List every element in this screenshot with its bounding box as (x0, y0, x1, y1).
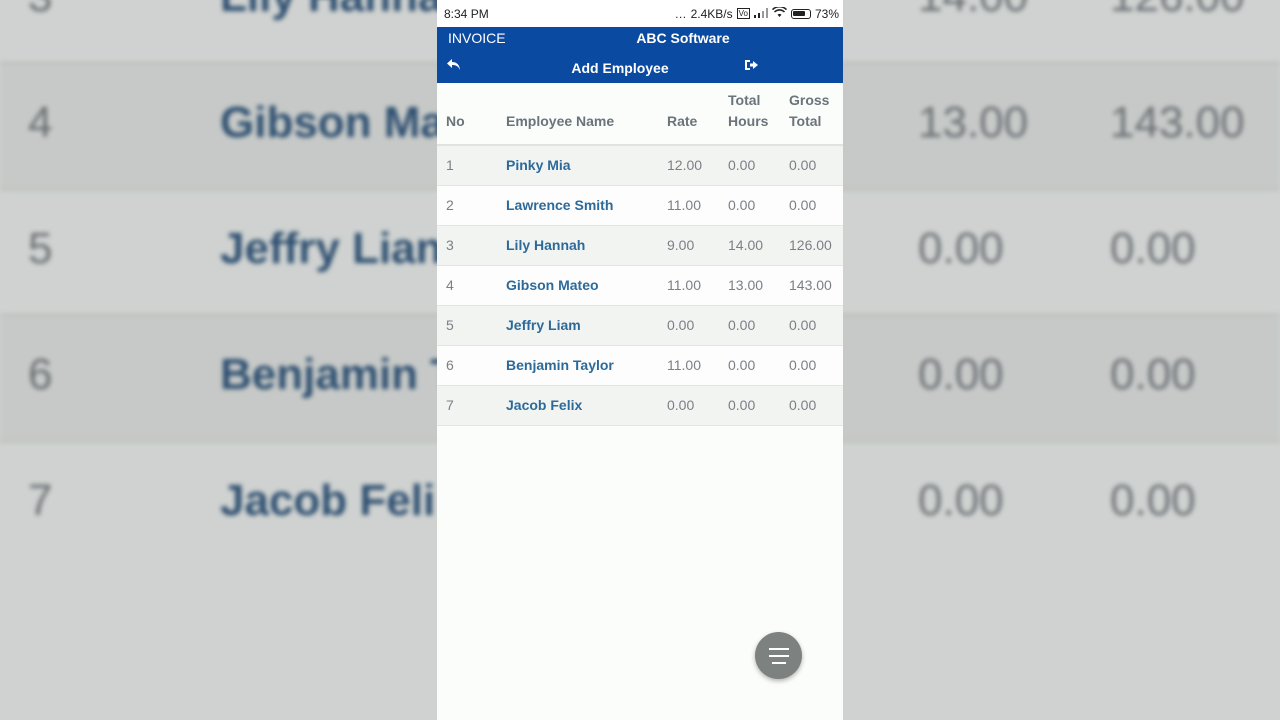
row-no: 6 (437, 345, 506, 386)
header-no[interactable]: No (437, 83, 506, 146)
backdrop-value: 0.00 (918, 476, 1004, 525)
row-total-hours: 0.00 (728, 385, 789, 426)
row-employee-name[interactable]: Lily Hannah (506, 225, 667, 266)
row-gross-total: 143.00 (789, 265, 843, 306)
row-rate: 0.00 (667, 305, 728, 346)
row-employee-name[interactable]: Jeffry Liam (506, 305, 667, 346)
status-bar: 8:34 PM … 2.4KB/s Vo 73% (437, 0, 843, 27)
table-row[interactable]: 6 Benjamin Taylor 11.00 0.00 0.00 (437, 345, 843, 386)
row-employee-name[interactable]: Lawrence Smith (506, 185, 667, 226)
row-no: 3 (437, 225, 506, 266)
header-rate[interactable]: Rate (667, 83, 728, 146)
battery-icon (790, 8, 811, 19)
backdrop-name: Lily Hanna (220, 0, 443, 22)
header-gross-total[interactable]: Gross Total (789, 83, 843, 146)
signal-icon (753, 7, 768, 21)
backdrop-value: 0.00 (918, 224, 1004, 273)
row-total-hours: 14.00 (728, 225, 789, 266)
row-employee-name[interactable]: Benjamin Taylor (506, 345, 667, 386)
row-no: 7 (437, 385, 506, 426)
network-speed: 2.4KB/s (690, 6, 733, 21)
row-no: 1 (437, 145, 506, 186)
backdrop-value: 13.00 (918, 98, 1029, 147)
menu-lines-icon (768, 654, 789, 657)
row-total-hours: 13.00 (728, 265, 789, 306)
backdrop-value: 0.00 (918, 350, 1004, 399)
row-rate: 11.00 (667, 265, 728, 306)
backdrop-name: Jacob Feli (220, 476, 436, 525)
row-employee-name[interactable]: Pinky Mia (506, 145, 667, 186)
header-total-hours[interactable]: Total Hours (728, 83, 789, 146)
row-gross-total: 0.00 (789, 385, 843, 426)
row-gross-total: 0.00 (789, 145, 843, 186)
row-total-hours: 0.00 (728, 145, 789, 186)
backdrop-value: 126.00 (1110, 0, 1245, 22)
menu-lines-icon (771, 661, 786, 664)
row-no: 4 (437, 265, 506, 306)
row-no: 2 (437, 185, 506, 226)
backdrop-name: Benjamin T (220, 350, 458, 399)
battery-level: 73% (814, 6, 839, 21)
wifi-icon (771, 5, 788, 21)
menu-lines-icon (768, 647, 789, 650)
app-bar: INVOICE ABC Software Add Employee (437, 27, 843, 83)
backdrop-name: Gibson Ma (220, 98, 445, 147)
backdrop-name: Jeffry Lian (220, 224, 443, 273)
menu-fab-button[interactable] (755, 632, 802, 679)
table-row[interactable]: 5 Jeffry Liam 0.00 0.00 0.00 (437, 305, 843, 346)
status-indicators: … 2.4KB/s Vo 73% (674, 5, 839, 21)
row-employee-name[interactable]: Jacob Felix (506, 385, 667, 426)
row-no: 5 (437, 305, 506, 346)
table-row[interactable]: 4 Gibson Mateo 11.00 13.00 143.00 (437, 265, 843, 306)
row-rate: 0.00 (667, 385, 728, 426)
header-total-hours-line2: Hours (728, 113, 769, 129)
backdrop-value: 0.00 (1110, 476, 1196, 525)
backdrop-value: 14.00 (918, 0, 1028, 22)
add-employee-button[interactable]: Add Employee (437, 60, 843, 76)
volte-icon: Vo (736, 8, 750, 19)
app-title: ABC Software (636, 30, 730, 46)
row-rate: 11.00 (667, 185, 728, 226)
backdrop-value: 0.00 (1110, 224, 1196, 273)
row-gross-total: 126.00 (789, 225, 843, 266)
phone-screen: 8:34 PM … 2.4KB/s Vo 73% INVOICE ABC Sof… (437, 0, 843, 720)
backdrop-no: 4 (28, 98, 53, 147)
backdrop-no: 7 (28, 476, 53, 525)
table-row[interactable]: 1 Pinky Mia 12.00 0.00 0.00 (437, 145, 843, 186)
status-time: 8:34 PM (444, 6, 489, 21)
header-total-hours-line1: Total (728, 92, 761, 108)
employee-table: No Employee Name Rate Total Hours Gross To… (437, 83, 843, 426)
sign-out-icon[interactable] (744, 58, 759, 75)
backdrop-no: 5 (28, 224, 53, 273)
row-rate: 11.00 (667, 345, 728, 386)
backdrop-value: 143.00 (1110, 98, 1245, 147)
table-row[interactable]: 3 Lily Hannah 9.00 14.00 126.00 (437, 225, 843, 266)
row-rate: 12.00 (667, 145, 728, 186)
backdrop-no: 3 (28, 0, 52, 22)
row-employee-name[interactable]: Gibson Mateo (506, 265, 667, 306)
row-total-hours: 0.00 (728, 185, 789, 226)
row-gross-total: 0.00 (789, 305, 843, 346)
backdrop-value: 0.00 (1110, 350, 1196, 399)
row-gross-total: 0.00 (789, 185, 843, 226)
backdrop-no: 6 (28, 350, 53, 399)
row-rate: 9.00 (667, 225, 728, 266)
header-employee-name[interactable]: Employee Name (506, 83, 667, 146)
table-row[interactable]: 7 Jacob Felix 0.00 0.00 0.00 (437, 385, 843, 426)
header-gross-total-line2: Total (789, 113, 822, 129)
header-gross-total-line1: Gross (789, 92, 830, 108)
row-total-hours: 0.00 (728, 345, 789, 386)
row-gross-total: 0.00 (789, 345, 843, 386)
row-total-hours: 0.00 (728, 305, 789, 346)
table-header-row: No Employee Name Rate Total Hours Gross To… (437, 83, 843, 146)
table-row[interactable]: 2 Lawrence Smith 11.00 0.00 0.00 (437, 185, 843, 226)
more-dots-icon: … (674, 6, 687, 21)
